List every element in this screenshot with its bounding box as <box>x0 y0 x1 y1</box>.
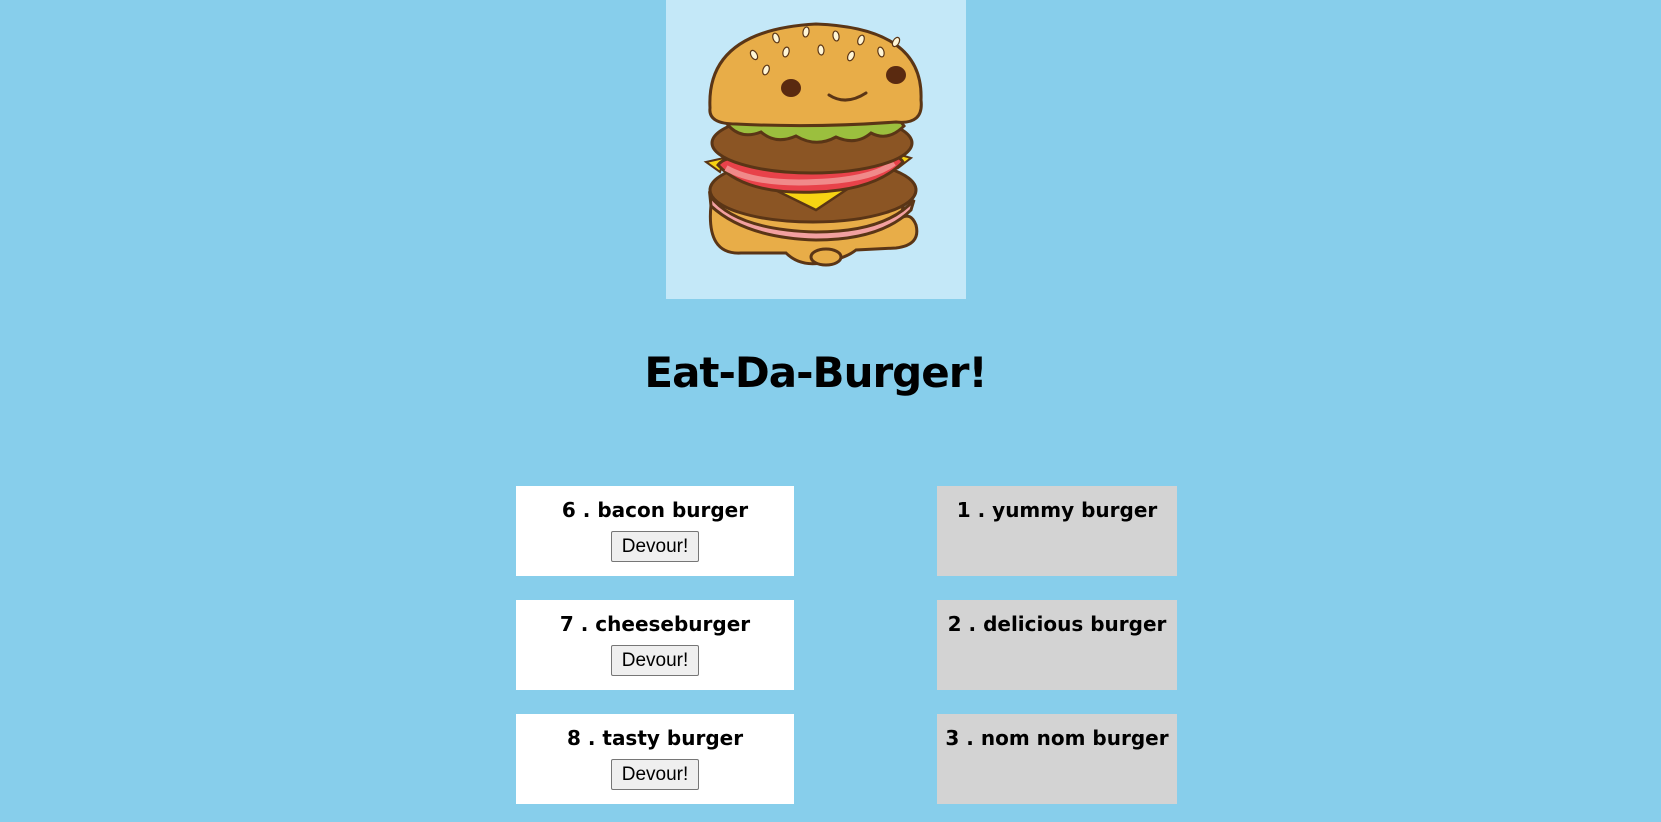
burger-card: 7 . cheeseburger Devour! <box>516 600 794 690</box>
burger-name: 6 . bacon burger <box>561 498 749 522</box>
burger-logo <box>666 0 966 299</box>
burger-mascot-icon <box>703 22 923 267</box>
burger-name: 8 . tasty burger <box>566 726 744 750</box>
devoured-burger-card: 3 . nom nom burger <box>937 714 1177 804</box>
devoured-burger-card: 2 . delicious burger <box>937 600 1177 690</box>
burger-name: 7 . cheeseburger <box>559 612 751 636</box>
page: Eat-Da-Burger! 6 . bacon burger Devour! … <box>0 0 1661 822</box>
uneaten-burger-list: 6 . bacon burger Devour! 7 . cheeseburge… <box>516 486 794 822</box>
devour-button[interactable]: Devour! <box>610 759 700 790</box>
devour-button[interactable]: Devour! <box>610 531 700 562</box>
devoured-burger-list: 1 . yummy burger 2 . delicious burger 3 … <box>937 486 1177 822</box>
burger-name: 1 . yummy burger <box>956 498 1158 522</box>
burger-card: 6 . bacon burger Devour! <box>516 486 794 576</box>
devour-button[interactable]: Devour! <box>610 645 700 676</box>
page-title: Eat-Da-Burger! <box>644 348 987 397</box>
burger-card: 8 . tasty burger Devour! <box>516 714 794 804</box>
burger-name: 2 . delicious burger <box>947 612 1167 636</box>
devoured-burger-card: 1 . yummy burger <box>937 486 1177 576</box>
burger-name: 3 . nom nom burger <box>945 726 1169 750</box>
